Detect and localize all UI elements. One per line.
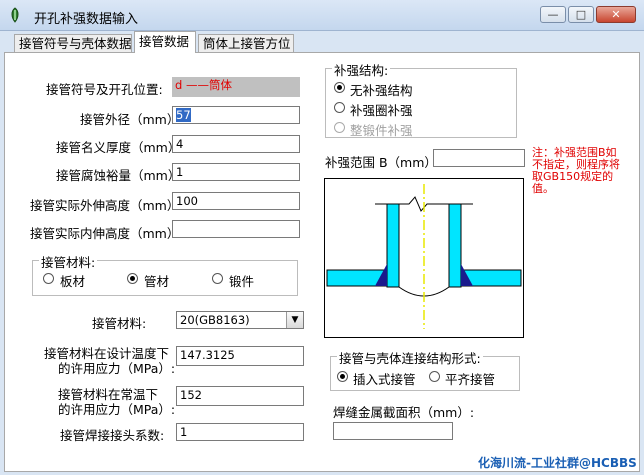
corrosion-label: 接管腐蚀裕量（mm）: xyxy=(56,168,185,183)
nominal-thickness-input[interactable]: 4 xyxy=(172,135,300,153)
inner-extension-label: 接管实际内伸高度（mm）: xyxy=(30,226,184,241)
material-dropdown[interactable]: 20(GB8163) ▼ xyxy=(176,311,304,329)
weld-area-input[interactable] xyxy=(333,422,453,440)
normal-stress-label-2: 的许用应力（MPa）: xyxy=(58,402,176,417)
app-icon xyxy=(8,7,22,23)
radio-no-reinforcement-label[interactable]: 无补强结构 xyxy=(350,80,413,99)
title-bar: 开孔补强数据输入 — □ ✕ xyxy=(0,0,644,31)
reinforcement-range-label: 补强范围 B（mm）: xyxy=(325,155,442,170)
radio-insert-nozzle-label[interactable]: 插入式接管 xyxy=(353,369,416,388)
maximize-button[interactable]: □ xyxy=(568,6,594,23)
tab-strip: 接管符号与壳体数据 接管数据 筒体上接管方位 xyxy=(4,31,640,53)
material-value: 20(GB8163) xyxy=(180,313,250,327)
outer-extension-label: 接管实际外伸高度（mm）: xyxy=(30,198,184,213)
material-type-legend: 接管材料: xyxy=(39,252,98,271)
outer-extension-input[interactable]: 100 xyxy=(172,192,300,210)
radio-pipe[interactable] xyxy=(127,273,138,284)
outer-diameter-input[interactable]: 57 xyxy=(172,106,300,124)
design-stress-label-2: 的许用应力（MPa）: xyxy=(58,361,176,376)
weld-coefficient-input[interactable]: 1 xyxy=(176,423,304,441)
window-title: 开孔补强数据输入 xyxy=(34,12,139,27)
design-stress-input[interactable]: 147.3125 xyxy=(176,346,304,366)
radio-flush-nozzle[interactable] xyxy=(429,371,440,382)
connection-legend: 接管与壳体连接结构形式: xyxy=(337,348,483,367)
minimize-button[interactable]: — xyxy=(540,6,566,23)
watermark: 化海川流-工业社群@HCBBS xyxy=(478,456,637,470)
nozzle-symbol-field: d ——筒体 xyxy=(172,77,300,97)
tab-nozzle-orientation[interactable]: 筒体上接管方位 xyxy=(198,34,294,52)
nozzle-symbol-label: 接管符号及开孔位置: xyxy=(46,82,163,97)
radio-pipe-label[interactable]: 管材 xyxy=(144,271,169,290)
radio-no-reinforcement[interactable] xyxy=(334,82,345,93)
reinforcement-range-input[interactable] xyxy=(433,149,525,167)
radio-forging-reinforcement-label: 整锻件补强 xyxy=(350,123,413,138)
radio-plate-label[interactable]: 板材 xyxy=(60,271,85,290)
radio-forging-label[interactable]: 锻件 xyxy=(229,271,254,290)
nominal-thickness-label: 接管名义厚度（mm）: xyxy=(56,140,185,155)
close-button[interactable]: ✕ xyxy=(596,6,636,23)
radio-pad-reinforcement[interactable] xyxy=(334,102,345,113)
reinforcement-legend: 补强结构: xyxy=(332,60,391,79)
radio-forging[interactable] xyxy=(212,273,223,284)
radio-insert-nozzle[interactable] xyxy=(337,371,348,382)
corrosion-input[interactable]: 1 xyxy=(172,163,300,181)
chevron-down-icon[interactable]: ▼ xyxy=(286,312,303,328)
weld-area-label: 焊缝金属截面积（mm）: xyxy=(333,405,475,420)
outer-diameter-label: 接管外径（mm）: xyxy=(80,112,184,127)
tab-nozzle-shell[interactable]: 接管符号与壳体数据 xyxy=(14,34,132,52)
outer-diameter-value: 57 xyxy=(176,108,191,122)
radio-plate[interactable] xyxy=(43,273,54,284)
material-label: 接管材料: xyxy=(92,316,147,331)
inner-extension-input[interactable] xyxy=(172,220,300,238)
radio-flush-nozzle-label[interactable]: 平齐接管 xyxy=(445,369,495,388)
nozzle-diagram xyxy=(324,178,524,338)
reinforcement-note: 注：补强范围B如不指定，则程序将取GB150规定的值。 xyxy=(532,146,620,195)
tab-nozzle-data[interactable]: 接管数据 xyxy=(134,31,196,53)
radio-forging-reinforcement xyxy=(334,122,345,133)
radio-pad-reinforcement-label[interactable]: 补强圈补强 xyxy=(350,100,413,119)
weld-coefficient-label: 接管焊接接头系数: xyxy=(60,428,165,443)
normal-stress-input[interactable]: 152 xyxy=(176,386,304,406)
